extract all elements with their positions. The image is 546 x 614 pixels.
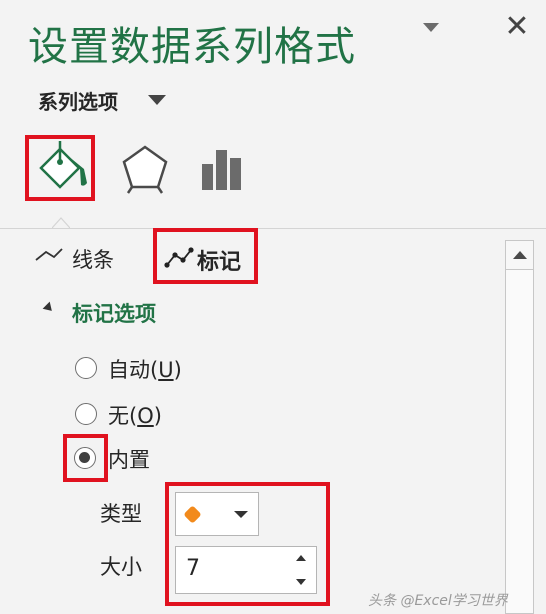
marker-line-icon [164, 247, 194, 268]
bar-chart-icon [202, 150, 241, 190]
radio-none-label[interactable]: 无(O) [108, 400, 162, 430]
radio-none[interactable] [75, 403, 97, 425]
type-label: 类型 [100, 502, 142, 526]
radio-builtin-label[interactable]: 内置 [108, 444, 150, 474]
tab-fill-line[interactable] [25, 135, 95, 201]
watermark: 头条 @Excel学习世界 [368, 593, 508, 609]
paint-bucket-icon [39, 141, 87, 189]
close-button[interactable]: ✕ [500, 10, 534, 44]
scrollbar[interactable] [505, 240, 534, 614]
tab-effects[interactable] [120, 143, 170, 195]
line-icon [35, 248, 63, 261]
tab-series-options[interactable] [200, 146, 244, 190]
subtab-marker-label[interactable]: 标记 [197, 244, 241, 276]
marker-size-value[interactable]: 7 [186, 556, 200, 581]
collapse-arrow-icon[interactable] [42, 301, 56, 315]
section-marker-options[interactable]: 标记选项 [72, 298, 156, 328]
radio-auto-label[interactable]: 自动(U) [108, 354, 182, 384]
spin-up-icon[interactable] [294, 552, 308, 564]
scroll-up-button[interactable] [505, 240, 534, 270]
subtab-line[interactable]: 线条 [72, 244, 114, 274]
pentagon-icon [122, 145, 168, 194]
size-label: 大小 [100, 555, 142, 579]
radio-builtin[interactable] [74, 447, 96, 469]
radio-auto[interactable] [75, 357, 97, 379]
spin-down-icon[interactable] [294, 576, 308, 588]
dropdown-caret-icon[interactable] [423, 23, 439, 32]
divider [0, 228, 546, 229]
chevron-down-icon[interactable] [234, 511, 248, 518]
pane-title: 设置数据系列格式 [28, 24, 356, 70]
chevron-down-icon[interactable] [148, 95, 166, 105]
series-options-menu[interactable]: 系列选项 [38, 86, 118, 115]
